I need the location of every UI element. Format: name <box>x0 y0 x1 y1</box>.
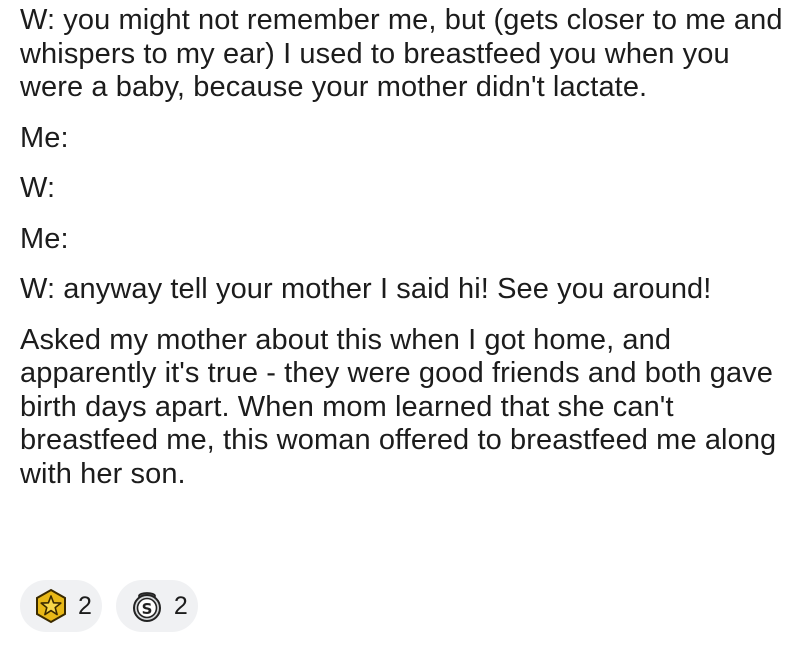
post-paragraph: W: <box>20 172 56 204</box>
awards-bar: 2 S 2 <box>20 580 198 632</box>
award-count: 2 <box>173 591 188 620</box>
svg-text:S: S <box>142 600 153 618</box>
post-body: W: you might not remember me, but (gets … <box>20 4 790 508</box>
post-paragraph: Me: <box>20 121 69 154</box>
post-paragraph: Me: <box>20 222 69 255</box>
award-count: 2 <box>78 591 92 620</box>
award-star[interactable]: 2 <box>20 580 102 632</box>
post-paragraph: W: anyway tell your mother I said hi! Se… <box>20 273 712 305</box>
silver-award-icon: S <box>128 587 166 625</box>
post-paragraph: Asked my mother about this when I got ho… <box>20 323 777 490</box>
award-silver[interactable]: S 2 <box>115 580 198 632</box>
star-award-icon <box>32 587 70 625</box>
post-paragraph: W: you might not remember me, but (gets … <box>20 4 783 103</box>
